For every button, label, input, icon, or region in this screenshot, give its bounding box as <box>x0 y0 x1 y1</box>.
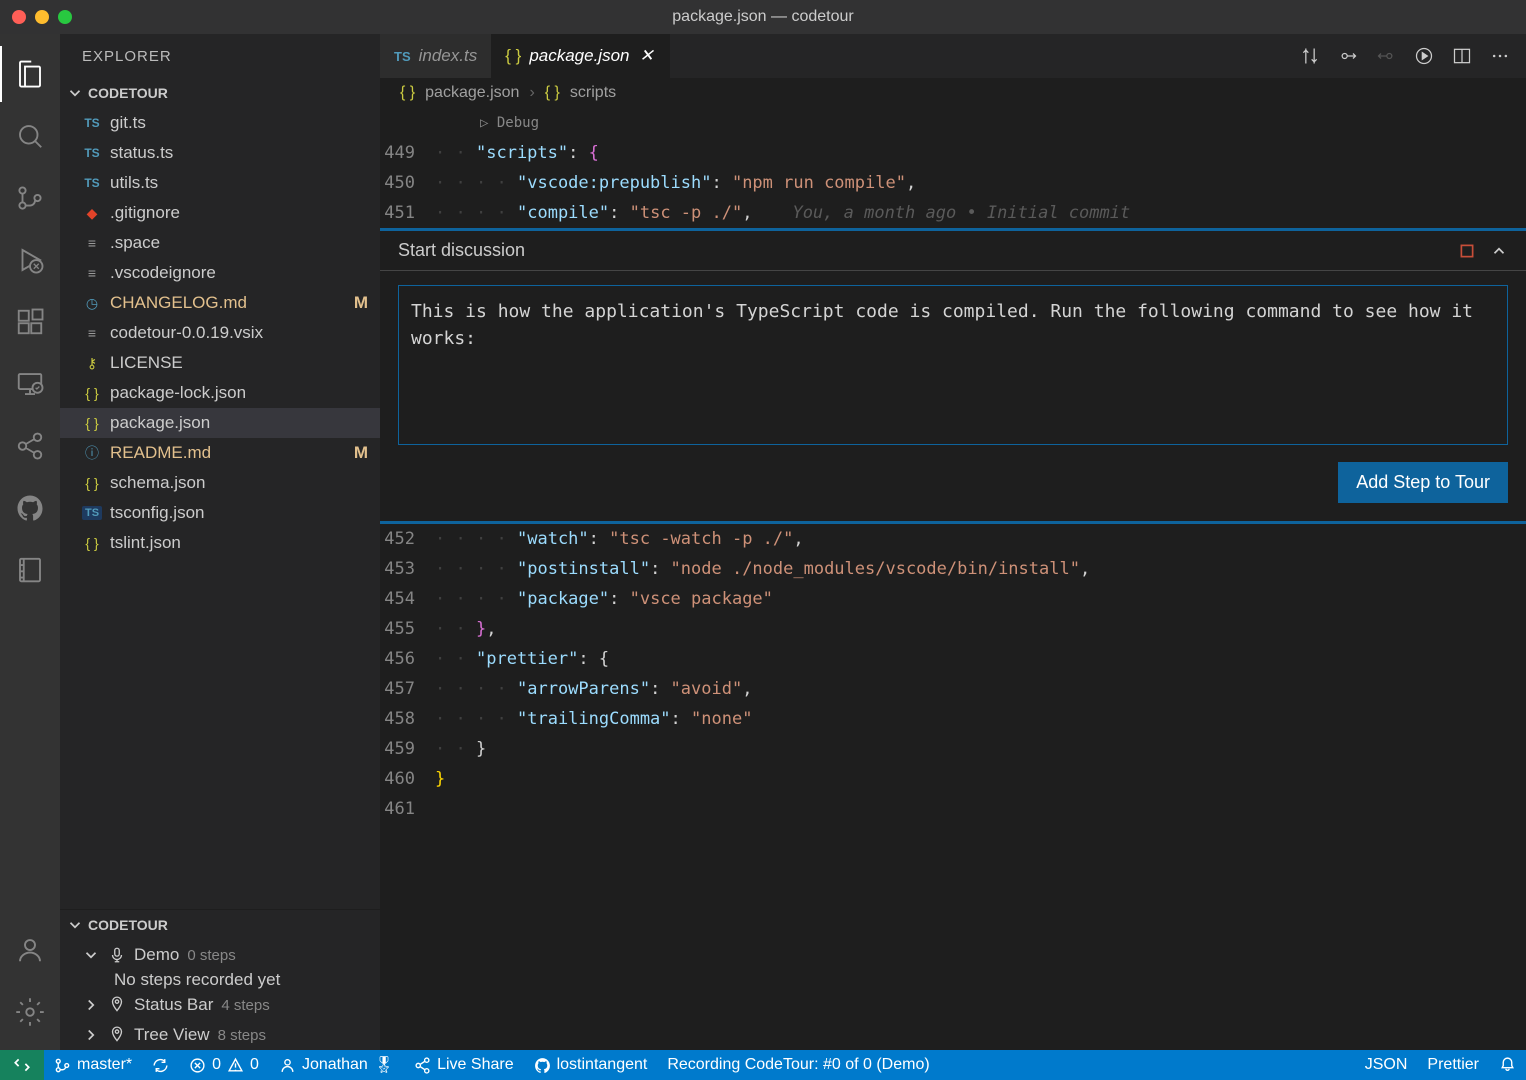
run-icon[interactable] <box>1414 46 1434 66</box>
breadcrumb[interactable]: { } package.json › { } scripts <box>380 78 1526 108</box>
liveshare-icon[interactable] <box>0 418 60 474</box>
file-item[interactable]: ≡.space <box>60 228 380 258</box>
file-item[interactable]: ◷CHANGELOG.mdM <box>60 288 380 318</box>
account-icon[interactable] <box>0 922 60 978</box>
tab-bar: TSindex.ts{ }package.json✕ <box>380 34 1526 78</box>
add-step-button[interactable]: Add Step to Tour <box>1338 462 1508 503</box>
next-change-icon[interactable] <box>1376 46 1396 66</box>
file-item[interactable]: ⓘREADME.mdM <box>60 438 380 468</box>
minimize-window[interactable] <box>35 10 49 24</box>
statusbar: master* 0 0 Jonathan 🎖 Live Share lostin… <box>0 1050 1526 1080</box>
explorer-section-header[interactable]: CODETOUR <box>60 78 380 108</box>
chevron-down-icon <box>66 84 84 102</box>
sidebar: EXPLORER CODETOUR TSgit.tsTSstatus.tsTSu… <box>60 34 380 1050</box>
file-tree: TSgit.tsTSstatus.tsTSutils.ts◆.gitignore… <box>60 108 380 909</box>
file-item[interactable]: ≡codetour-0.0.19.vsix <box>60 318 380 348</box>
branch-status[interactable]: master* <box>44 1050 142 1080</box>
code-editor-bottom[interactable]: 452· · · · "watch": "tsc -watch -p ./",4… <box>380 524 1526 824</box>
chevron-down-icon <box>66 916 84 934</box>
sidebar-title: EXPLORER <box>60 34 380 78</box>
window-controls <box>12 10 72 24</box>
file-item[interactable]: ≡.vscodeignore <box>60 258 380 288</box>
window-title: package.json — codetour <box>672 8 853 26</box>
file-item[interactable]: TStsconfig.json <box>60 498 380 528</box>
sync-status[interactable] <box>142 1050 179 1080</box>
file-item[interactable]: ⚷LICENSE <box>60 348 380 378</box>
debug-codelens[interactable]: ▷ Debug <box>380 108 1526 138</box>
stop-icon[interactable] <box>1458 242 1476 260</box>
extensions-icon[interactable] <box>0 294 60 350</box>
tour-item[interactable]: Tree View 8 steps <box>60 1020 380 1050</box>
maximize-window[interactable] <box>58 10 72 24</box>
codetour-panel: CODETOUR Demo 0 stepsNo steps recorded y… <box>60 909 380 1050</box>
more-icon[interactable] <box>1490 46 1510 66</box>
close-tab-icon[interactable]: ✕ <box>638 47 656 65</box>
file-item[interactable]: TSutils.ts <box>60 168 380 198</box>
split-editor-icon[interactable] <box>1452 46 1472 66</box>
activity-bar <box>0 34 60 1050</box>
file-item[interactable]: TSstatus.ts <box>60 138 380 168</box>
file-item[interactable]: { }schema.json <box>60 468 380 498</box>
code-editor-top[interactable]: ▷ Debug 449· · "scripts": {450· · · · "v… <box>380 108 1526 228</box>
github-account-status[interactable]: lostintangent <box>524 1050 658 1080</box>
source-control-icon[interactable] <box>0 170 60 226</box>
liveshare-status[interactable]: Live Share <box>404 1050 524 1080</box>
codetour-section-header[interactable]: CODETOUR <box>60 910 380 940</box>
titlebar: package.json — codetour <box>0 0 1526 34</box>
discussion-panel: Start discussion Add Step to Tour <box>380 231 1526 521</box>
editor-actions <box>1300 34 1526 78</box>
tour-empty-msg: No steps recorded yet <box>60 970 380 990</box>
compare-icon[interactable] <box>1300 46 1320 66</box>
user-status[interactable]: Jonathan 🎖 <box>269 1050 404 1080</box>
formatter-status[interactable]: Prettier <box>1417 1056 1489 1074</box>
prev-change-icon[interactable] <box>1338 46 1358 66</box>
language-status[interactable]: JSON <box>1355 1056 1418 1074</box>
codetour-icon[interactable] <box>0 542 60 598</box>
remote-explorer-icon[interactable] <box>0 356 60 412</box>
search-icon[interactable] <box>0 108 60 164</box>
discussion-textarea[interactable] <box>398 285 1508 445</box>
remote-button[interactable] <box>0 1050 44 1080</box>
settings-icon[interactable] <box>0 984 60 1040</box>
tab[interactable]: { }package.json✕ <box>491 34 669 78</box>
notifications-icon[interactable] <box>1489 1056 1526 1073</box>
tab[interactable]: TSindex.ts <box>380 34 491 78</box>
collapse-icon[interactable] <box>1490 242 1508 260</box>
editor-area: TSindex.ts{ }package.json✕ { } package.j… <box>380 34 1526 1050</box>
recording-status[interactable]: Recording CodeTour: #0 of 0 (Demo) <box>657 1050 939 1080</box>
file-item[interactable]: { }package-lock.json <box>60 378 380 408</box>
debug-icon[interactable] <box>0 232 60 288</box>
file-item[interactable]: ◆.gitignore <box>60 198 380 228</box>
close-window[interactable] <box>12 10 26 24</box>
file-item[interactable]: { }package.json <box>60 408 380 438</box>
file-item[interactable]: TSgit.ts <box>60 108 380 138</box>
explorer-icon[interactable] <box>0 46 60 102</box>
problems-status[interactable]: 0 0 <box>179 1050 269 1080</box>
tour-item[interactable]: Demo 0 steps <box>60 940 380 970</box>
discussion-header: Start discussion <box>380 231 1526 271</box>
file-item[interactable]: { }tslint.json <box>60 528 380 558</box>
github-icon[interactable] <box>0 480 60 536</box>
tour-item[interactable]: Status Bar 4 steps <box>60 990 380 1020</box>
